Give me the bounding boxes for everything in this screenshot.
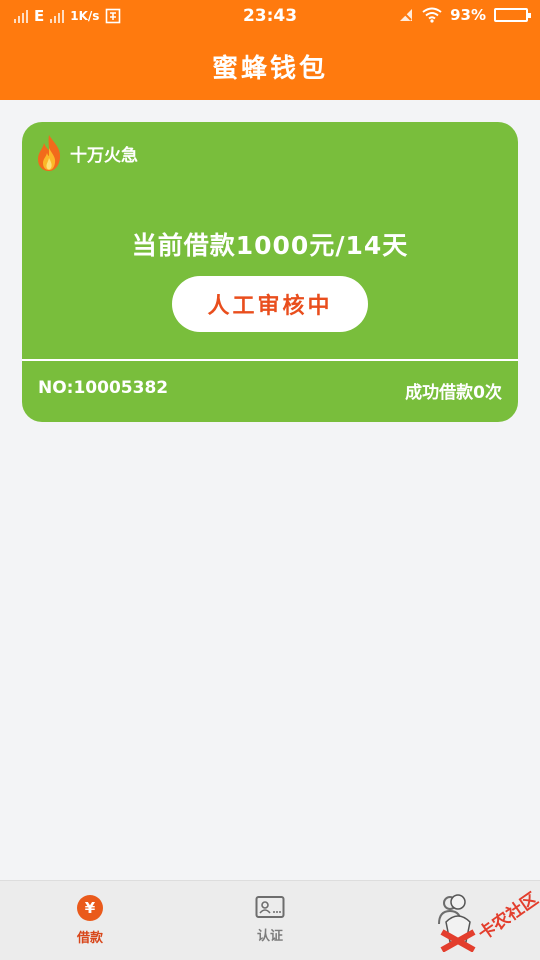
watermark-text: 卡农社区 xyxy=(474,889,540,945)
tab-loan-label: 借款 xyxy=(76,931,103,946)
wifi-icon xyxy=(422,7,442,23)
card-divider xyxy=(22,359,518,361)
battery-percent: 93% xyxy=(450,6,486,24)
yen-icon: ¥ xyxy=(77,895,103,921)
loan-card[interactable]: 十万火急 当前借款1000元/14天 人工审核中 NO:10005382 成功借… xyxy=(22,122,518,422)
tab-verify[interactable]: 认证 xyxy=(180,881,360,960)
review-status-button[interactable]: 人工审核中 xyxy=(172,276,368,332)
nav-bar: 蜜蜂钱包 xyxy=(0,32,540,100)
tab-loan[interactable]: ¥ 借款 xyxy=(0,881,180,960)
page-title: 蜜蜂钱包 xyxy=(211,53,328,84)
loan-number: NO:10005382 xyxy=(38,378,169,398)
id-card-icon xyxy=(255,896,285,918)
tab-verify-label: 认证 xyxy=(256,929,283,944)
status-right: 93% xyxy=(398,6,531,24)
watermark-logo-icon xyxy=(440,894,476,952)
fire-icon xyxy=(38,135,61,171)
battery-icon xyxy=(494,8,531,22)
status-bar: E 1K/s 23:43 93% xyxy=(0,0,540,32)
card-tag-label: 十万火急 xyxy=(70,145,138,166)
success-loan-count: 成功借款0次 xyxy=(405,383,502,403)
no-sim-icon xyxy=(400,9,413,21)
card-tag: 十万火急 xyxy=(36,134,138,172)
loan-amount-text: 当前借款1000元/14天 xyxy=(131,231,409,260)
watermark: 卡农社区 xyxy=(432,878,540,960)
